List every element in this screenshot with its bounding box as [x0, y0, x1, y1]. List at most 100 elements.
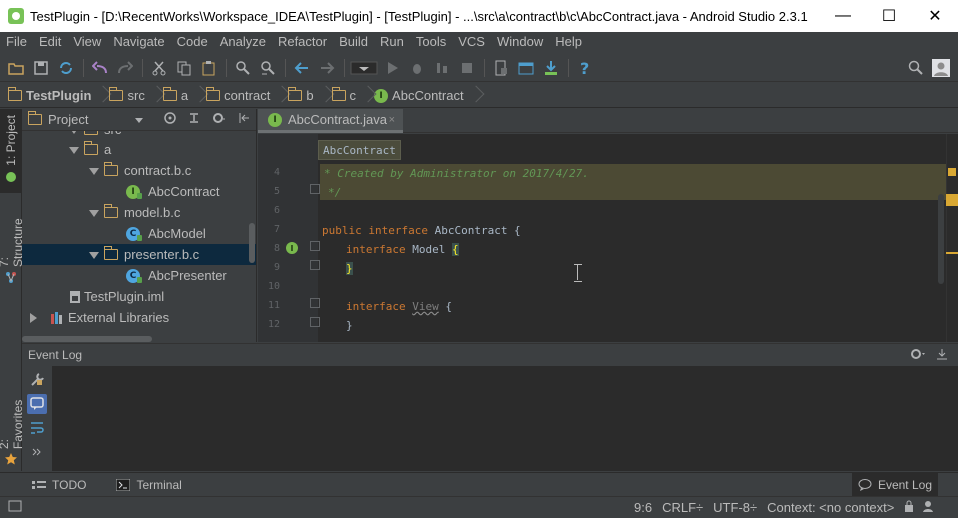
fold-marker-icon[interactable]: [310, 317, 320, 327]
expand-arrow-icon[interactable]: [88, 166, 99, 176]
search-everywhere-icon[interactable]: [904, 56, 928, 80]
breadcrumb-item[interactable]: b: [288, 84, 314, 108]
save-icon[interactable]: [29, 56, 53, 80]
tree-row-presenter[interactable]: presenter.b.c: [22, 244, 256, 265]
cut-icon[interactable]: [147, 56, 171, 80]
settings-gear-icon[interactable]: [212, 112, 226, 127]
implementation-marker-icon[interactable]: I: [286, 242, 298, 254]
replace-icon[interactable]: [256, 56, 280, 80]
expand-arrow-icon[interactable]: [68, 131, 79, 135]
lock-icon[interactable]: [904, 500, 914, 515]
menu-edit[interactable]: Edit: [33, 32, 67, 52]
tree-row-external-libraries[interactable]: External Libraries: [22, 307, 256, 328]
menu-refactor[interactable]: Refactor: [272, 32, 333, 52]
attach-debugger-icon[interactable]: [430, 56, 454, 80]
warning-marker[interactable]: [946, 252, 958, 254]
editor-vertical-scrollbar[interactable]: [938, 194, 944, 284]
menu-vcs[interactable]: VCS: [452, 32, 491, 52]
fold-marker-icon[interactable]: [310, 298, 320, 308]
code-editor[interactable]: 4 5 6 7 8 9 10 11 12 I * Created by Admi…: [258, 134, 958, 342]
close-button[interactable]: ✕: [912, 0, 958, 32]
tab-todo[interactable]: TODO: [26, 473, 92, 497]
collapse-arrow-icon[interactable]: [28, 312, 38, 323]
breadcrumb-item[interactable]: TestPlugin: [8, 84, 91, 108]
project-horizontal-scrollbar[interactable]: [22, 336, 152, 342]
project-vertical-scrollbar[interactable]: [249, 223, 255, 263]
sync-icon[interactable]: [54, 56, 78, 80]
tree-row-model[interactable]: model.b.c: [22, 202, 256, 223]
run-config-dropdown[interactable]: [349, 56, 379, 80]
settings-gear-icon[interactable]: [910, 348, 928, 363]
menu-window[interactable]: Window: [491, 32, 549, 52]
view-dropdown-icon[interactable]: [134, 112, 144, 127]
soft-wraps-icon[interactable]: [27, 418, 47, 438]
warning-marker[interactable]: [948, 168, 956, 176]
show-balloons-icon[interactable]: [27, 394, 47, 414]
expand-arrow-icon[interactable]: [68, 145, 79, 155]
project-structure-icon[interactable]: [514, 56, 538, 80]
menu-navigate[interactable]: Navigate: [107, 32, 170, 52]
breadcrumb-item[interactable]: contract: [206, 84, 270, 108]
inspector-icon[interactable]: [922, 500, 934, 515]
fold-marker-icon[interactable]: [310, 260, 320, 270]
find-icon[interactable]: [231, 56, 255, 80]
hide-panel-icon[interactable]: [238, 112, 250, 127]
error-stripe[interactable]: [946, 134, 958, 342]
open-folder-icon[interactable]: [4, 56, 28, 80]
avd-manager-icon[interactable]: [489, 56, 513, 80]
tree-row-abcpresenter[interactable]: C AbcPresenter: [22, 265, 256, 286]
breadcrumb-item[interactable]: I AbcContract: [374, 84, 464, 108]
tree-row-iml[interactable]: TestPlugin.iml: [22, 286, 256, 307]
tree-row-a[interactable]: a: [22, 139, 256, 160]
breadcrumb-item[interactable]: a: [162, 84, 188, 108]
back-icon[interactable]: [290, 56, 314, 80]
user-avatar-icon[interactable]: [929, 56, 953, 80]
menu-run[interactable]: Run: [374, 32, 410, 52]
paste-icon[interactable]: [197, 56, 221, 80]
menu-tools[interactable]: Tools: [410, 32, 452, 52]
wrench-icon[interactable]: [27, 370, 47, 390]
sdk-manager-icon[interactable]: [539, 56, 563, 80]
structure-breadcrumb-popup[interactable]: AbcContract: [318, 140, 401, 160]
line-separator-selector[interactable]: CRLF÷: [662, 500, 703, 515]
run-icon[interactable]: [380, 56, 404, 80]
expand-arrow-icon[interactable]: [88, 250, 99, 260]
tab-abccontract-java[interactable]: I AbcContract.java ×: [258, 109, 403, 133]
fold-marker-icon[interactable]: [310, 184, 320, 194]
debug-icon[interactable]: [405, 56, 429, 80]
tree-row-abccontract[interactable]: I AbcContract: [22, 181, 256, 202]
caret-position[interactable]: 9:6: [634, 500, 652, 515]
hide-panel-icon[interactable]: [936, 348, 948, 363]
tab-favorites[interactable]: 2: Favorites: [0, 381, 25, 465]
tab-structure[interactable]: 7: Structure: [0, 199, 25, 283]
stop-icon[interactable]: [455, 56, 479, 80]
context-indicator[interactable]: Context: <no context>: [767, 500, 894, 515]
collapse-all-icon[interactable]: [188, 112, 200, 127]
tab-project[interactable]: 1: Project: [0, 109, 22, 193]
expand-arrow-icon[interactable]: [88, 208, 99, 218]
more-chevron-icon[interactable]: [27, 442, 47, 462]
minimize-button[interactable]: —: [820, 0, 866, 32]
menu-build[interactable]: Build: [333, 32, 374, 52]
project-view-selector[interactable]: Project: [48, 112, 88, 127]
tree-row-abcmodel[interactable]: C AbcModel: [22, 223, 256, 244]
menu-file[interactable]: File: [0, 32, 33, 52]
redo-icon[interactable]: [113, 56, 137, 80]
maximize-button[interactable]: ☐: [866, 0, 912, 32]
menu-code[interactable]: Code: [171, 32, 214, 52]
tool-windows-toggle-icon[interactable]: [8, 500, 22, 515]
close-tab-icon[interactable]: ×: [389, 114, 395, 126]
forward-icon[interactable]: [315, 56, 339, 80]
warning-marker[interactable]: [946, 194, 958, 206]
menu-analyze[interactable]: Analyze: [214, 32, 272, 52]
tree-row-contract[interactable]: contract.b.c: [22, 160, 256, 181]
menu-view[interactable]: View: [67, 32, 107, 52]
breadcrumb-item[interactable]: src: [109, 84, 145, 108]
help-icon[interactable]: ?: [573, 56, 597, 80]
tab-event-log[interactable]: Event Log: [851, 473, 938, 497]
copy-icon[interactable]: [172, 56, 196, 80]
scroll-from-source-icon[interactable]: [164, 112, 176, 127]
menu-help[interactable]: Help: [549, 32, 588, 52]
breadcrumb-item[interactable]: c: [331, 84, 356, 108]
tab-terminal[interactable]: Terminal: [110, 473, 187, 497]
